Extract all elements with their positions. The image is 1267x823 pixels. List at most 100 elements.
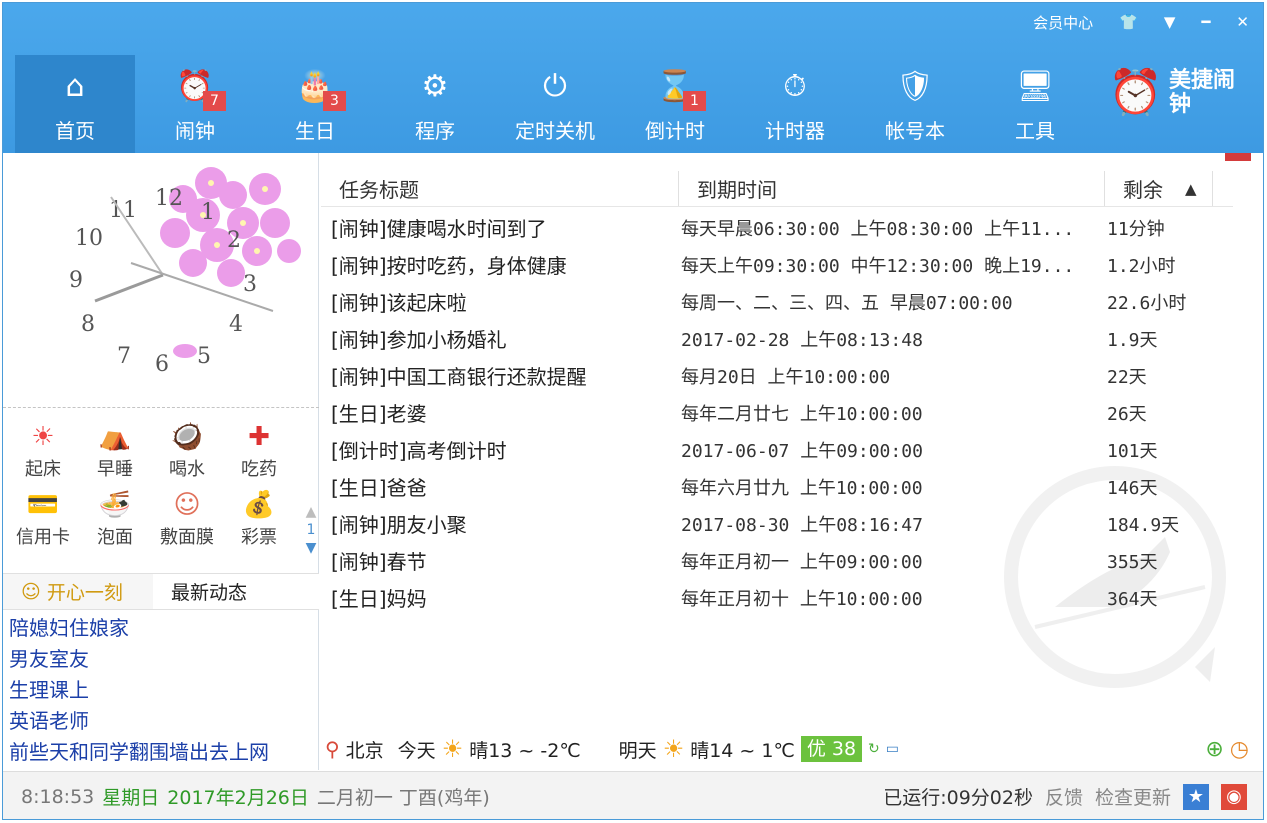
table-row[interactable]: [闹钟]健康喝水时间到了 每天早晨06:30:00 上午08:30:00 上午11… — [321, 209, 1233, 246]
tab-alarm[interactable]: ⏰ 7 闹钟 — [135, 55, 255, 153]
today-label: 今天 — [397, 739, 436, 762]
table-row[interactable]: [生日]爸爸 每年六月廿九 上午10:00:00 146天 — [321, 468, 1233, 505]
running-time: 已运行:09分02秒 — [883, 787, 1033, 809]
page-up-arrow-icon[interactable]: ▲ — [306, 503, 317, 521]
table-row[interactable]: [闹钟]朋友小聚 2017-08-30 上午08:16:47 184.9天 — [321, 505, 1233, 542]
header-label: 剩余 — [1123, 178, 1163, 202]
app-window: 会员中心 👕 ▼ ━ ✕ ⌂ 首页 ⏰ 7 闹钟 🎂 3 生日 ⚙ 程序 ⏻ 定… — [2, 2, 1264, 820]
clock-number-9: 9 — [69, 268, 83, 293]
shortcut-drink-water[interactable]: 🥥 喝水 — [151, 421, 223, 481]
clock-face: 12 1 2 3 4 5 6 7 8 9 10 11 — [69, 167, 301, 377]
tab-birthday[interactable]: 🎂 3 生日 — [255, 55, 375, 153]
table-row[interactable]: [闹钟]春节 每年正月初一 上午09:00:00 355天 — [321, 542, 1233, 579]
table-row[interactable]: [生日]妈妈 每年正月初十 上午10:00:00 364天 — [321, 579, 1233, 616]
clock-number-8: 8 — [81, 312, 95, 337]
feedback-link[interactable]: 反馈 — [1045, 783, 1083, 810]
tab-account-book[interactable]: 🛡 帐号本 — [855, 55, 975, 153]
page-number: 1 — [306, 522, 316, 538]
noodle-bowl-icon: 🍜 — [98, 490, 132, 520]
vip-center-link[interactable]: 会员中心 — [1033, 12, 1093, 33]
weather-detail-icon[interactable]: ▭ — [886, 741, 899, 757]
tab-tools[interactable]: 🖥 工具 — [975, 55, 1095, 153]
tab-label: 开心一刻 — [46, 582, 123, 604]
task-remaining: 184.9天 — [1107, 514, 1180, 536]
joke-link[interactable]: 男友室友 — [9, 644, 269, 675]
task-title: [闹钟]春节 — [331, 550, 427, 574]
task-remaining: 355天 — [1107, 551, 1158, 573]
corner-actions: ⊕ ◷ — [1205, 737, 1249, 762]
today-forecast: 晴13 ~ -2℃ — [469, 739, 581, 762]
task-remaining: 364天 — [1107, 588, 1158, 610]
shortcut-lottery[interactable]: 💰 彩票 — [223, 489, 295, 549]
task-remaining: 1.2小时 — [1107, 255, 1176, 277]
shortcut-wake-up[interactable]: ☀ 起床 — [7, 421, 79, 481]
task-remaining: 146天 — [1107, 477, 1158, 499]
table-row[interactable]: [闹钟]参加小杨婚礼 2017-02-28 上午08:13:48 1.9天 — [321, 320, 1233, 357]
monitor-icon: 🖥 — [1015, 69, 1055, 104]
check-update-link[interactable]: 检查更新 — [1095, 783, 1171, 810]
joke-link[interactable]: 前些天和同学翻围墙出去上网 — [9, 737, 269, 768]
money-bag-icon: 💰 — [242, 490, 276, 520]
star-app-icon[interactable]: ★ — [1183, 783, 1209, 810]
table-row[interactable]: [闹钟]中国工商银行还款提醒 每月20日 上午10:00:00 22天 — [321, 357, 1233, 394]
task-due: 每天早晨06:30:00 上午08:30:00 上午11... — [681, 218, 1075, 240]
tab-label: 计时器 — [765, 119, 825, 143]
current-weekday: 星期日 — [102, 787, 160, 809]
tab-program[interactable]: ⚙ 程序 — [375, 55, 495, 153]
clock-number-12: 12 — [155, 186, 183, 211]
task-due: 每年六月廿九 上午10:00:00 — [681, 477, 923, 499]
shortcut-sleep-early[interactable]: ⛺ 早睡 — [79, 421, 151, 481]
shortcut-medicine[interactable]: ✚ 吃药 — [223, 421, 295, 481]
tab-latest-news[interactable]: 最新动态 — [153, 574, 319, 610]
shortcut-credit-card[interactable]: 💳 信用卡 — [7, 489, 79, 549]
joke-link[interactable]: 陪媳妇住娘家 — [9, 613, 269, 644]
joke-link[interactable]: 英语老师 — [9, 706, 269, 737]
status-bar: 8:18:53 星期日 2017年2月26日 二月初一 丁酉(鸡年) 已运行:0… — [3, 771, 1263, 819]
column-header-due[interactable]: 到期时间 — [679, 171, 1105, 206]
task-title: [闹钟]朋友小聚 — [331, 513, 467, 537]
task-due: 每天上午09:30:00 中午12:30:00 晚上19... — [681, 255, 1075, 277]
task-due: 2017-08-30 上午08:16:47 — [681, 514, 923, 536]
task-remaining: 22天 — [1107, 366, 1147, 388]
quick-reminder-grid: ☀ 起床 ⛺ 早睡 🥥 喝水 ✚ 吃药 💳 信用卡 🍜 泡面 ☺ 敷面膜 💰 彩… — [7, 421, 307, 549]
header-label: 任务标题 — [339, 178, 419, 202]
task-due: 2017-06-07 上午09:00:00 — [681, 440, 923, 462]
table-row[interactable]: [闹钟]按时吃药，身体健康 每天上午09:30:00 中午12:30:00 晚上1… — [321, 246, 1233, 283]
column-header-title[interactable]: 任务标题 — [321, 171, 679, 206]
tab-home[interactable]: ⌂ 首页 — [15, 55, 135, 153]
top-bar: 会员中心 👕 ▼ ━ ✕ ⌂ 首页 ⏰ 7 闹钟 🎂 3 生日 ⚙ 程序 ⏻ 定… — [3, 3, 1263, 153]
tab-stopwatch[interactable]: ⏱ 计时器 — [735, 55, 855, 153]
tab-shutdown[interactable]: ⏻ 定时关机 — [495, 55, 615, 153]
task-due: 每月20日 上午10:00:00 — [681, 366, 891, 388]
tab-happy-moment[interactable]: ☺ 开心一刻 — [3, 574, 153, 610]
tab-countdown[interactable]: ⌛ 1 倒计时 — [615, 55, 735, 153]
weibo-icon[interactable]: ◉ — [1221, 783, 1247, 810]
weather-city[interactable]: 北京 — [346, 736, 384, 763]
weather-bar: ⚲ 北京 今天 ☀ 晴13 ~ -2℃ 明天 ☀ 晴14 ~ 1℃ 优 38 ↻… — [321, 733, 1263, 765]
shirt-icon[interactable]: 👕 — [1119, 13, 1138, 31]
shortcut-label: 敷面膜 — [160, 527, 214, 548]
close-icon[interactable]: ✕ — [1236, 13, 1249, 31]
countdown-count-badge: 1 — [683, 91, 706, 111]
add-task-icon[interactable]: ⊕ — [1205, 737, 1223, 762]
shortcut-noodles[interactable]: 🍜 泡面 — [79, 489, 151, 549]
moon-tent-icon: ⛺ — [98, 422, 132, 452]
table-row[interactable]: [生日]老婆 每年二月廿七 上午10:00:00 26天 — [321, 394, 1233, 431]
history-icon[interactable]: ◷ — [1230, 737, 1249, 762]
column-header-remaining[interactable]: 剩余 ▲ — [1105, 171, 1213, 206]
shortcut-face-mask[interactable]: ☺ 敷面膜 — [151, 489, 223, 549]
refresh-weather-icon[interactable]: ↻ — [868, 741, 880, 757]
clock-number-6: 6 — [155, 352, 169, 377]
clock-number-4: 4 — [229, 312, 243, 337]
task-remaining: 1.9天 — [1107, 329, 1158, 351]
minimize-icon[interactable]: ━ — [1201, 13, 1210, 31]
dropdown-icon[interactable]: ▼ — [1164, 13, 1176, 31]
face-mask-icon: ☺ — [173, 490, 201, 520]
joke-link[interactable]: 生理课上 — [9, 675, 269, 706]
clock-number-1: 1 — [201, 200, 215, 225]
table-row[interactable]: [倒计时]高考倒计时 2017-06-07 上午09:00:00 101天 — [321, 431, 1233, 468]
left-panel: 12 1 2 3 4 5 6 7 8 9 10 11 ☀ 起床 ⛺ 早睡 🥥 喝… — [3, 153, 319, 770]
page-down-arrow-icon[interactable]: ▼ — [306, 539, 317, 557]
table-row[interactable]: [闹钟]该起床啦 每周一、二、三、四、五 早晨07:00:00 22.6小时 — [321, 283, 1233, 320]
task-remaining: 101天 — [1107, 440, 1158, 462]
